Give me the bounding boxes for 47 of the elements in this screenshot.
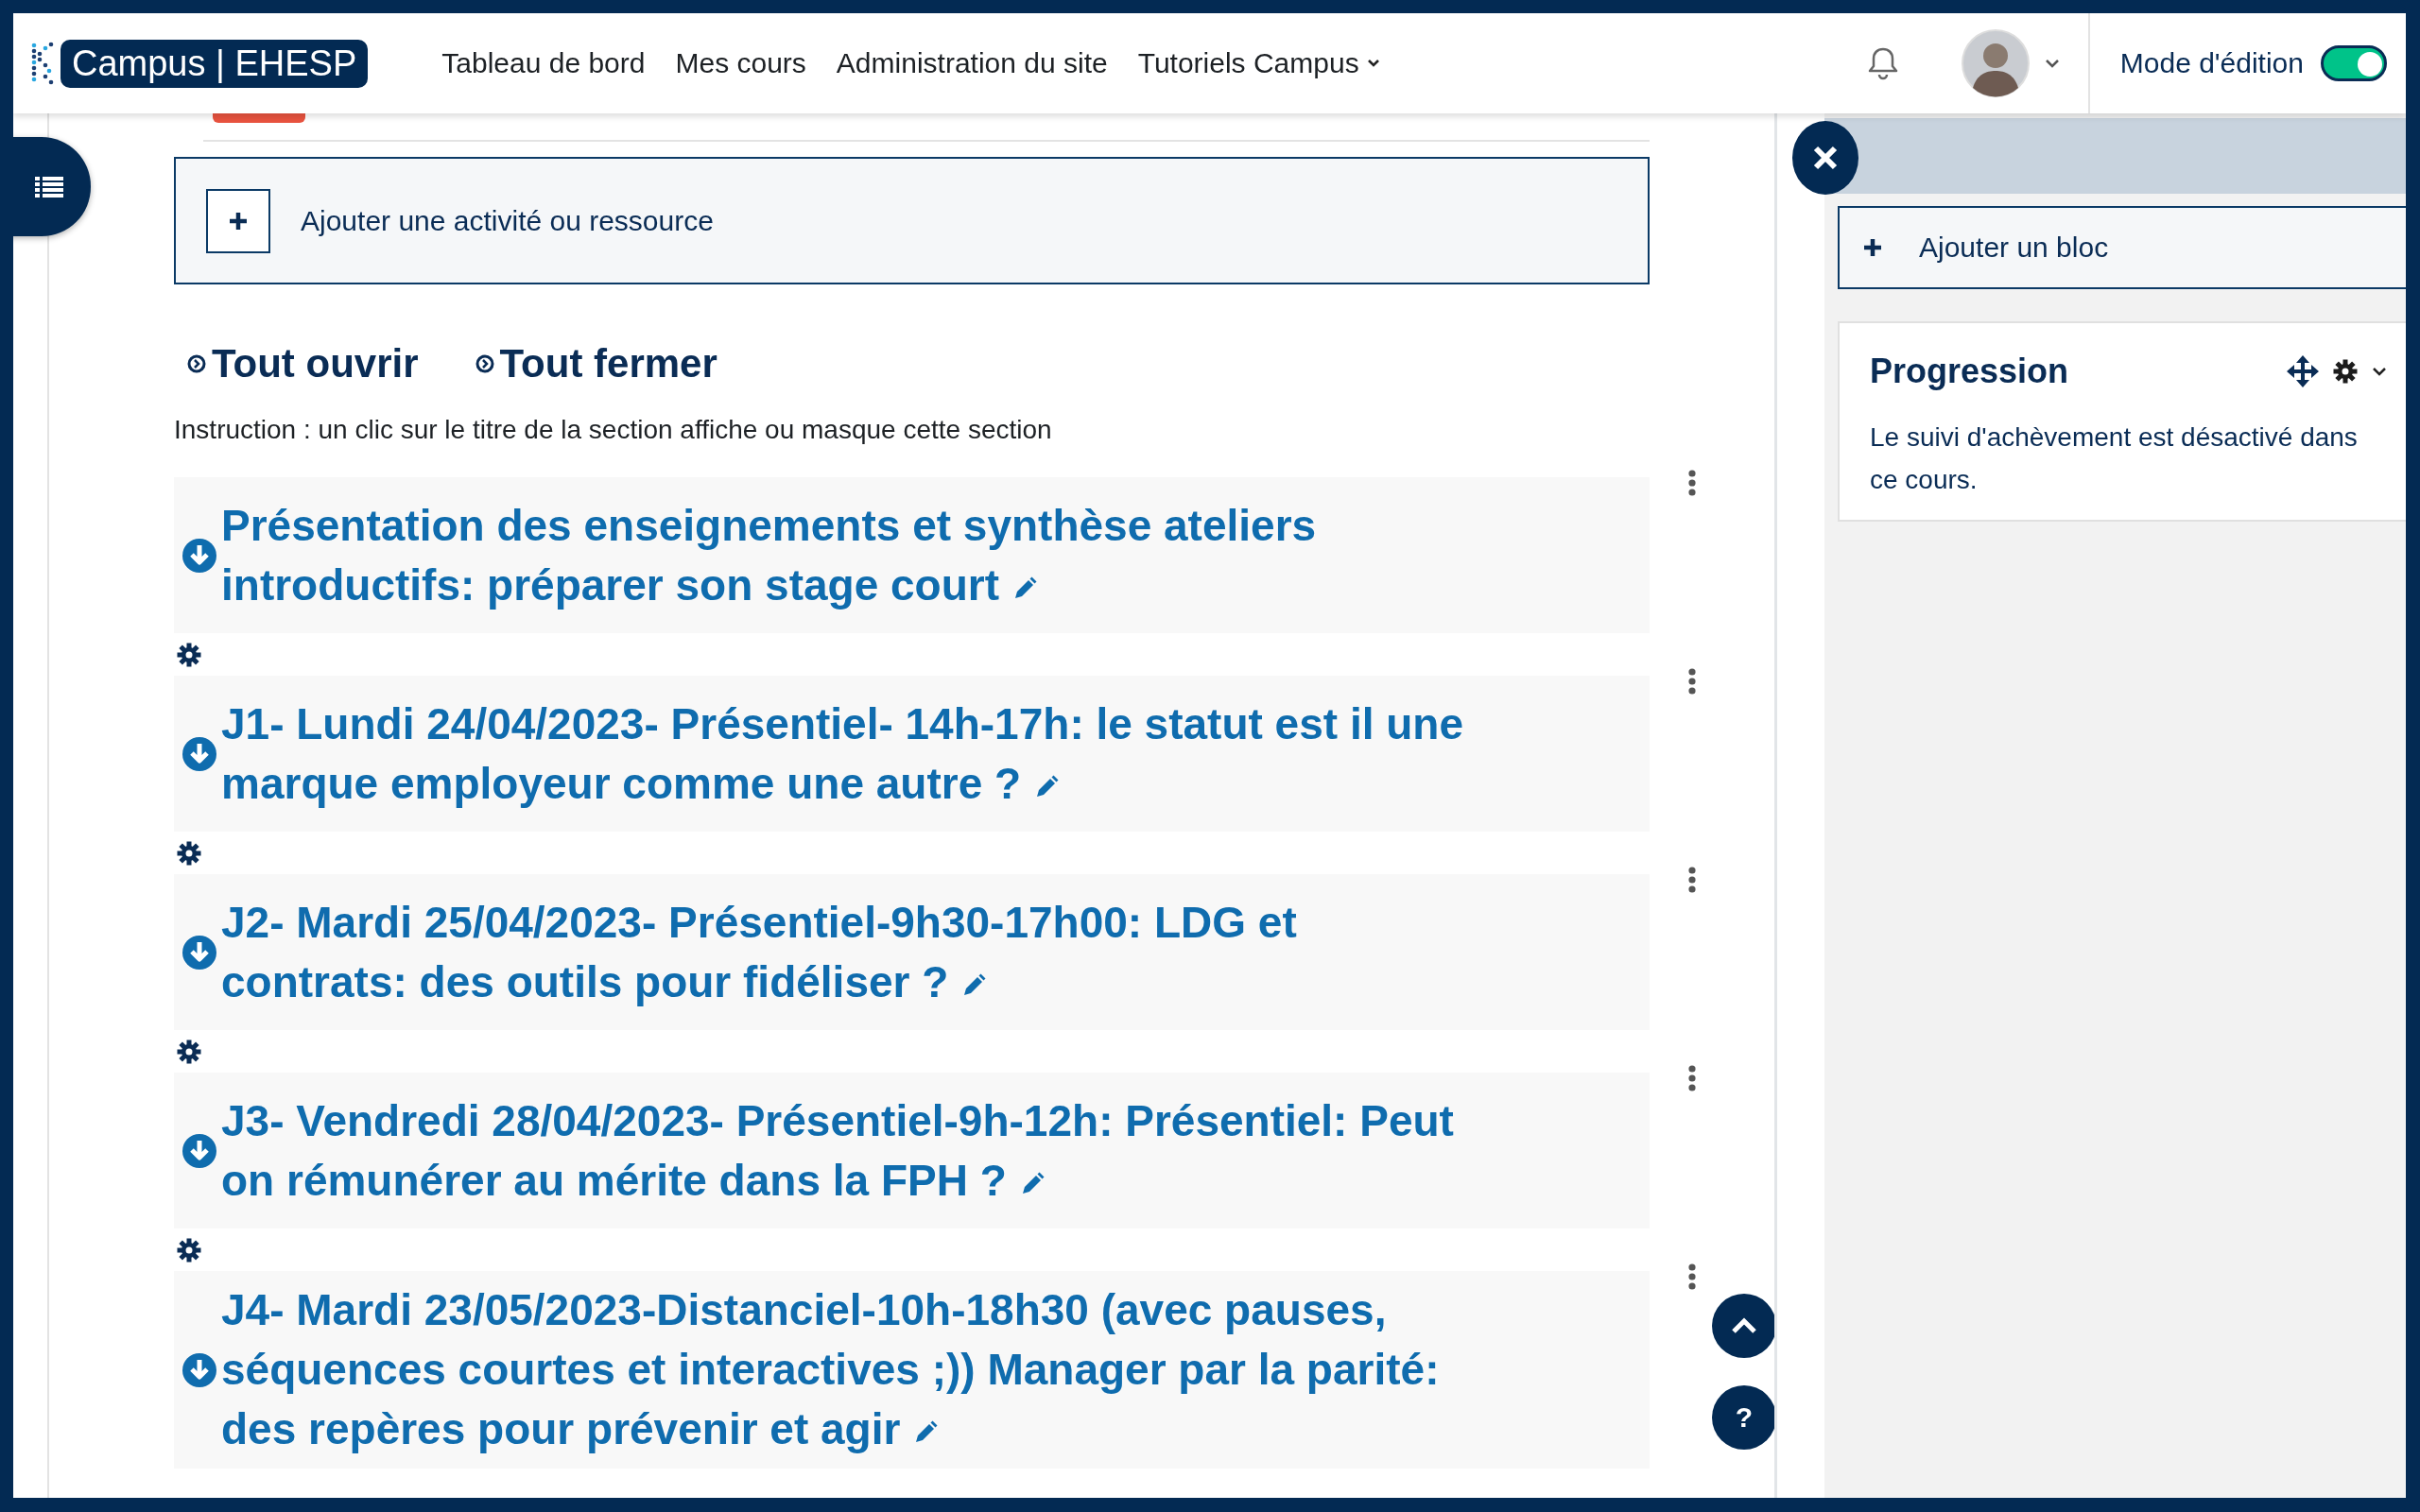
instruction-text: Instruction : un clic sur le titre de la section affiche ou masque cette section	[174, 415, 1053, 445]
caret-icon	[1366, 59, 1380, 68]
settings-icon[interactable]	[176, 1038, 202, 1065]
settings-icon[interactable]	[176, 1236, 202, 1263]
more-options-icon[interactable]	[1687, 668, 1697, 695]
section-title-link[interactable]: J1- Lundi 24/04/2023- Présentiel- 14h-17h: le statut est il une marque employeur comme une autre ?	[221, 694, 1488, 814]
section-title-link[interactable]: Présentation des enseignements et synthèse ateliers introductifs: préparer son stage court	[221, 495, 1488, 615]
add-activity-button[interactable]	[206, 188, 270, 253]
list-icon	[35, 175, 63, 198]
edit-mode-switch[interactable]	[2321, 45, 2387, 81]
move-icon[interactable]	[2287, 355, 2319, 387]
chevron-up-icon	[1730, 1316, 1758, 1335]
caret-icon[interactable]	[2372, 367, 2387, 376]
course-index-button[interactable]	[13, 137, 91, 236]
section-title-link[interactable]: J2- Mardi 25/04/2023- Présentiel-9h30-17h00: LDG et contrats: des outils pour fidéliser ?	[221, 892, 1488, 1012]
add-block-button[interactable]: Ajouter un bloc	[1838, 206, 2406, 289]
block-text: Le suivi d'achèvement est désactivé dans ce cours.	[1870, 421, 2359, 496]
user-menu[interactable]	[1961, 29, 2060, 97]
add-activity-label: Ajouter une activité ou ressource	[301, 204, 714, 237]
settings-icon[interactable]	[176, 641, 202, 668]
nav-link[interactable]: Tableau de bord	[441, 47, 646, 79]
notification-bell-icon[interactable]	[1866, 46, 1899, 80]
nav-link[interactable]: Tutoriels Campus	[1137, 47, 1380, 79]
help-button[interactable]: ?	[1712, 1385, 1774, 1450]
chevron-circle-icon	[187, 354, 206, 373]
chevron-circle-icon	[475, 354, 494, 373]
expand-all-link[interactable]: Tout ouvrir	[187, 341, 419, 387]
site-logo-link[interactable]: Campus | EHESP	[60, 39, 369, 88]
nav-link[interactable]: Administration du site	[836, 47, 1108, 79]
collapse-all-link[interactable]: Tout fermer	[475, 341, 717, 387]
caret-icon	[2044, 59, 2060, 68]
section-title-link[interactable]: J3- Vendredi 28/04/2023- Présentiel-9h-12h: Présentiel: Peut on rémunérer au mérite dans la FPH ?	[221, 1091, 1488, 1211]
block-title: Progression	[1870, 352, 2070, 391]
more-options-icon[interactable]	[1687, 1263, 1697, 1290]
plus-icon	[228, 210, 249, 232]
settings-icon[interactable]	[176, 839, 202, 867]
avatar-silhouette-icon	[1961, 29, 2030, 97]
settings-icon[interactable]	[2332, 358, 2359, 385]
section-title-link[interactable]: J4- Mardi 23/05/2023-Distanciel-10h-18h30 (avec pauses, séquences courtes et interactives ;)) Manager par la parité: des repères pour prévenir et agir	[221, 1280, 1488, 1459]
more-options-icon[interactable]	[1687, 470, 1697, 496]
dotted-logo-icon	[30, 42, 55, 85]
more-options-icon[interactable]	[1687, 867, 1697, 893]
more-options-icon[interactable]	[1687, 1065, 1697, 1091]
nav-link[interactable]: Mes cours	[675, 47, 806, 79]
plus-icon	[1862, 237, 1883, 258]
close-icon	[1811, 144, 1840, 172]
edit-mode-label: Mode d'édition	[2119, 47, 2304, 79]
